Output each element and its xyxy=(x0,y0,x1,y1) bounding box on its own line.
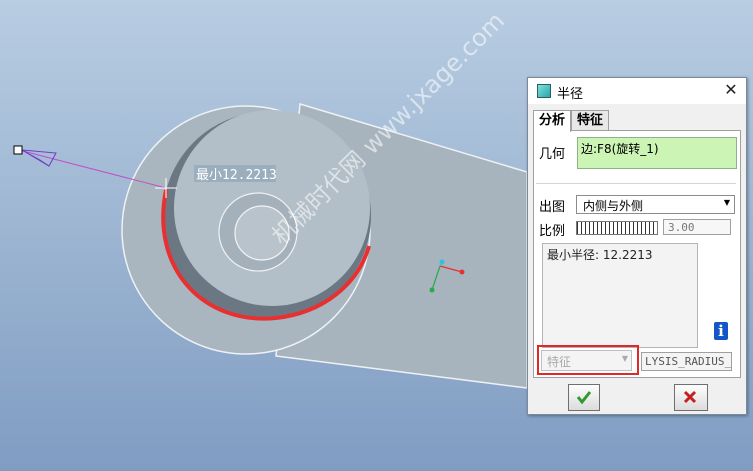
separator xyxy=(536,183,736,184)
analysis-panel: 几何 边:F8(旋转_1) 出图 内侧与外侧 ▼ 比例 3.00 最小半径: 1… xyxy=(533,130,741,378)
dropdown-arrow-icon: ▼ xyxy=(723,198,730,207)
scale-label: 比例 xyxy=(539,224,566,239)
result-area: 最小半径: 12.2213 xyxy=(542,243,698,348)
feature-dropdown[interactable]: 特征 ▼ xyxy=(541,350,632,371)
scale-slider[interactable] xyxy=(576,221,658,235)
triad-y-tip xyxy=(429,287,435,293)
output-label: 出图 xyxy=(539,200,566,215)
geometry-label: 几何 xyxy=(539,147,566,162)
triad-x-tip xyxy=(459,269,465,275)
cancel-button[interactable] xyxy=(674,384,708,411)
radius-analysis-icon xyxy=(537,84,551,98)
dialog-titlebar[interactable]: 半径 ✕ xyxy=(528,78,746,104)
feature-select-value: 特征 xyxy=(547,355,572,369)
radius-analysis-dialog: 半径 ✕ 分析 特征 几何 边:F8(旋转_1) 出图 内侧与外侧 ▼ 比例 3… xyxy=(527,77,747,415)
dialog-title: 半径 xyxy=(557,87,584,102)
close-icon[interactable]: ✕ xyxy=(722,81,740,99)
cancel-x-icon xyxy=(683,390,697,404)
info-icon[interactable]: i xyxy=(714,322,728,340)
result-text: 最小半径: 12.2213 xyxy=(547,248,653,262)
output-value: 内侧与外侧 xyxy=(583,199,644,213)
geometry-value: 边:F8(旋转_1) xyxy=(581,142,659,156)
scale-value-field[interactable]: 3.00 xyxy=(663,219,731,235)
geometry-collector[interactable]: 边:F8(旋转_1) xyxy=(577,137,737,169)
checkmark-icon xyxy=(576,391,592,405)
ok-button[interactable] xyxy=(568,384,600,411)
measurement-label: 最小12.2213 xyxy=(196,168,277,183)
triad-z-tip xyxy=(439,259,445,265)
output-dropdown[interactable]: 内侧与外侧 ▼ xyxy=(576,195,735,214)
tab-feature[interactable]: 特征 xyxy=(571,110,610,131)
analysis-name-field[interactable]: LYSIS_RADIUS_1 xyxy=(641,352,732,371)
drag-handle[interactable] xyxy=(13,145,23,155)
dropdown-arrow-icon: ▼ xyxy=(621,354,628,363)
tab-analysis[interactable]: 分析 xyxy=(533,110,572,132)
